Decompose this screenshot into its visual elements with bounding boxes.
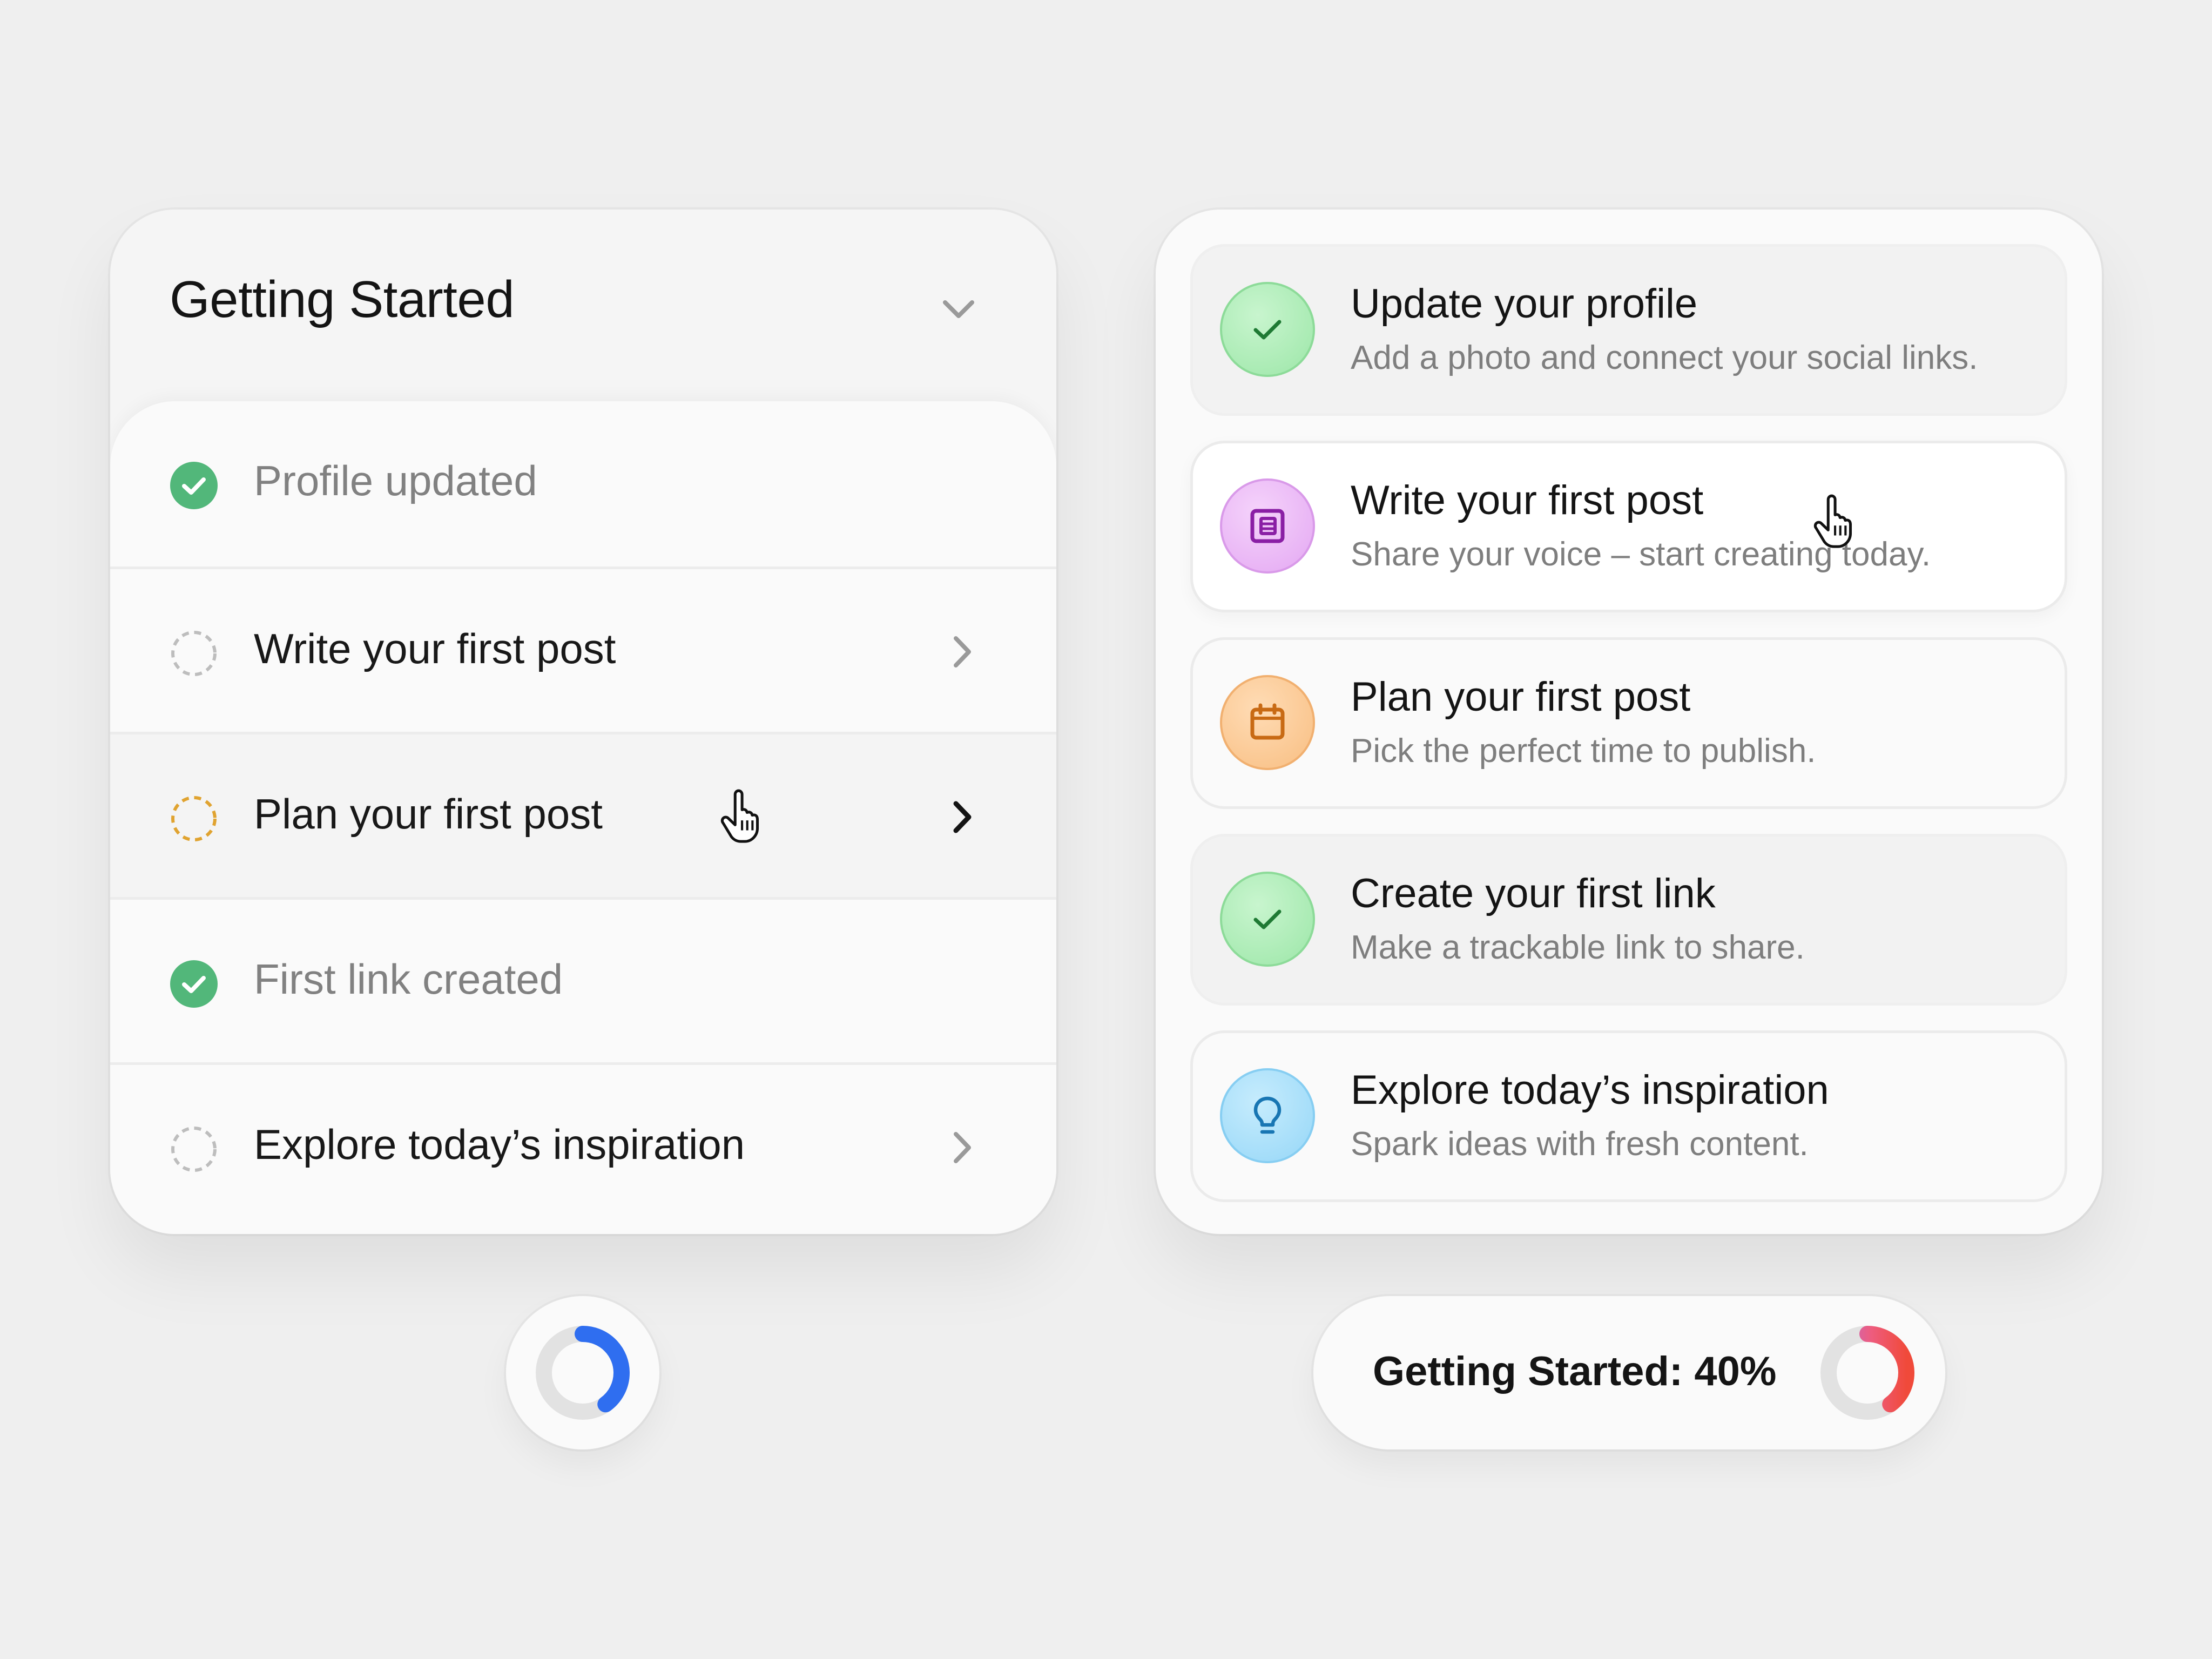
checklist-item-inspiration[interactable]: Explore today’s inspiration [110, 1062, 1056, 1228]
task-title: Create your first link [1351, 871, 1716, 916]
task-create-link[interactable]: Create your first link Make a trackable … [1190, 834, 2067, 1006]
check-circle-icon [170, 960, 218, 1008]
checklist-item-write-post[interactable]: Write your first post [110, 567, 1056, 732]
task-subtitle: Spark ideas with fresh content. [1351, 1125, 1809, 1163]
progress-ring [536, 1326, 630, 1420]
getting-started-checklist: Getting Started Profile updated Write yo… [110, 210, 1056, 1234]
check-icon [1253, 909, 1282, 929]
onboarding-task-list: Update your profile Add a photo and conn… [1156, 210, 2102, 1234]
progress-ring-button[interactable] [506, 1296, 659, 1449]
hand-cursor-icon [720, 789, 759, 843]
checklist-header[interactable]: Getting Started [110, 210, 1056, 401]
chevron-down-icon[interactable] [940, 296, 977, 323]
check-circle-icon [170, 462, 218, 509]
hand-cursor-icon [1813, 494, 1852, 548]
checklist-item-label: Write your first post [254, 625, 616, 672]
checklist-item-first-link: First link created [110, 897, 1056, 1062]
progress-label: Getting Started: 40% [1373, 1348, 1777, 1394]
task-title: Explore today’s inspiration [1351, 1067, 1829, 1113]
checklist-item-plan-post[interactable]: Plan your first post [110, 732, 1056, 897]
task-subtitle: Add a photo and connect your social link… [1351, 339, 1978, 376]
checklist-title: Getting Started [170, 271, 515, 328]
checklist-item-profile: Profile updated [110, 401, 1056, 567]
checklist-item-label: First link created [254, 955, 563, 1003]
task-subtitle: Make a trackable link to share. [1351, 929, 1805, 966]
checklist-item-label: Profile updated [254, 457, 537, 504]
chevron-right-icon [954, 636, 971, 667]
task-badge [1220, 675, 1315, 770]
task-title: Write your first post [1351, 477, 1704, 523]
task-badge [1220, 282, 1315, 377]
checklist-list: Profile updated Write your first post Pl… [110, 401, 1056, 1234]
dashed-circle-icon [171, 1127, 217, 1172]
task-badge [1220, 478, 1315, 574]
chevron-right-icon [954, 1132, 971, 1163]
task-title: Plan your first post [1351, 674, 1691, 720]
checklist-item-label: Plan your first post [254, 790, 603, 838]
progress-ring [1820, 1326, 1914, 1420]
task-title: Update your profile [1351, 281, 1698, 327]
newspaper-icon [1250, 509, 1285, 543]
task-update-profile[interactable]: Update your profile Add a photo and conn… [1190, 244, 2067, 416]
task-explore-inspiration[interactable]: Explore today’s inspiration Spark ideas … [1190, 1030, 2067, 1202]
checklist-item-label: Explore today’s inspiration [254, 1121, 745, 1168]
task-plan-post[interactable]: Plan your first post Pick the perfect ti… [1190, 637, 2067, 809]
dashed-circle-icon [171, 796, 217, 841]
dashed-circle-icon [171, 631, 217, 676]
task-badge [1220, 872, 1315, 967]
calendar-icon [1250, 703, 1285, 740]
lightbulb-icon [1253, 1096, 1282, 1134]
task-badge [1220, 1068, 1315, 1163]
chevron-right-icon [953, 801, 972, 833]
task-write-post[interactable]: Write your first post Share your voice –… [1190, 441, 2067, 612]
task-subtitle: Pick the perfect time to publish. [1351, 732, 1816, 770]
check-icon [1253, 320, 1282, 340]
progress-pill[interactable]: Getting Started: 40% [1313, 1296, 1945, 1449]
